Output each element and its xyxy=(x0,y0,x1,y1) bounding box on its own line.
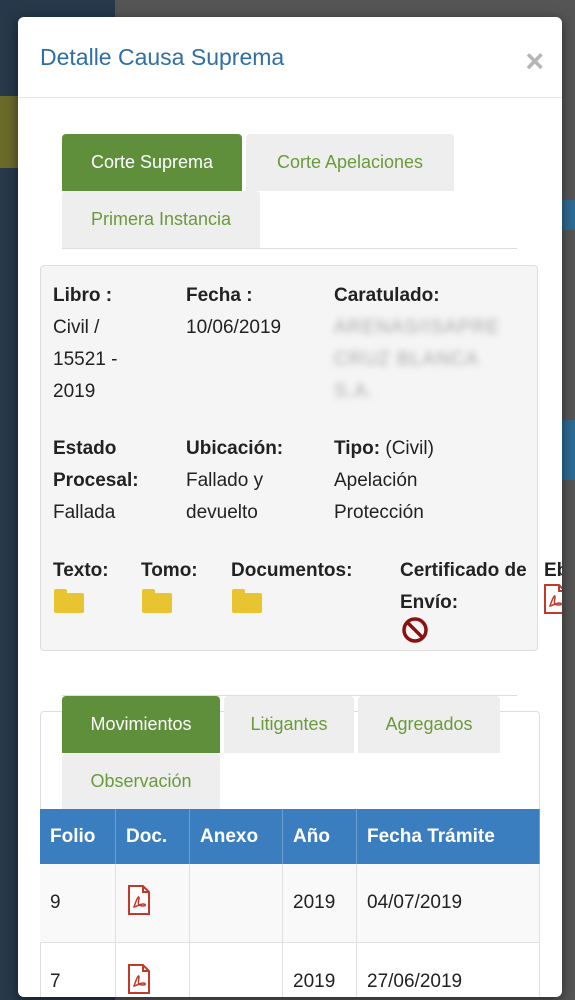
ubicacion-field: Ubicación: Fallado y devuelto xyxy=(186,433,326,529)
tab-corte-suprema[interactable]: Corte Suprema xyxy=(62,134,242,191)
documentos-folder-icon[interactable] xyxy=(232,589,262,613)
documentos-label: Documentos: xyxy=(231,560,353,581)
estado-label: Estado Procesal: xyxy=(53,438,139,491)
tab-primera-instancia[interactable]: Primera Instancia xyxy=(62,191,260,248)
tomo-folder-icon[interactable] xyxy=(142,589,172,613)
certificado-label: Certificado de Envío: xyxy=(400,560,527,613)
libro-value: Civil / 15521 - 2019 xyxy=(53,317,118,402)
table-row: 9 2019 04/07/2019 xyxy=(40,864,540,943)
column-header-folio[interactable]: Folio xyxy=(40,809,116,864)
tabs-divider xyxy=(62,248,517,249)
movements-table: Folio Doc. Anexo Año Fecha Trámite 9 201 xyxy=(40,809,540,997)
table-header-row: Folio Doc. Anexo Año Fecha Trámite xyxy=(40,809,540,864)
modal-header: Detalle Causa Suprema × xyxy=(18,17,562,98)
anio-cell: 2019 xyxy=(282,942,357,997)
fecha-cell: 04/07/2019 xyxy=(356,864,540,943)
tipo-label: Tipo: xyxy=(334,438,381,459)
close-button[interactable]: × xyxy=(525,45,544,77)
folio-cell: 9 xyxy=(40,864,116,943)
libro-field: Libro : Civil / 15521 - 2019 xyxy=(53,280,173,408)
fecha-field: Fecha : 10/06/2019 xyxy=(186,280,326,344)
caratulado-field: Caratulado: ARENAS/ISAPRE CRUZ BLANCA S.… xyxy=(334,280,524,408)
column-header-anio[interactable]: Año xyxy=(282,809,357,864)
folio-cell: 7 xyxy=(40,942,116,997)
tab-corte-apelaciones[interactable]: Corte Apelaciones xyxy=(246,134,454,191)
case-detail-modal: Detalle Causa Suprema × Corte Suprema Co… xyxy=(18,17,562,997)
not-available-icon xyxy=(402,617,428,643)
ubicacion-value: Fallado y devuelto xyxy=(186,470,264,523)
tab-movimientos[interactable]: Movimientos xyxy=(62,696,220,753)
doc-cell xyxy=(115,942,190,997)
anexo-cell xyxy=(189,864,283,943)
caratulado-value: ARENAS/ISAPRE CRUZ BLANCA S.A. xyxy=(334,317,501,402)
detail-tabs: Movimientos Litigantes Agregados Observa… xyxy=(62,696,522,810)
caratulado-label: Caratulado: xyxy=(334,285,440,306)
table-row: 7 2019 27/06/2019 xyxy=(40,942,540,997)
column-header-anexo[interactable]: Anexo xyxy=(189,809,283,864)
court-tabs: Corte Suprema Corte Apelaciones Primera … xyxy=(62,134,532,248)
pdf-icon[interactable] xyxy=(126,885,152,915)
texto-label: Texto: xyxy=(53,560,109,581)
background-sidebar-highlight xyxy=(0,96,20,168)
anio-cell: 2019 xyxy=(282,864,357,943)
libro-label: Libro : xyxy=(53,285,113,306)
estado-field: Estado Procesal: Fallada xyxy=(53,433,173,529)
estado-value: Fallada xyxy=(53,502,116,523)
fecha-value: 10/06/2019 xyxy=(186,317,282,338)
texto-folder-icon[interactable] xyxy=(54,589,84,613)
pdf-icon[interactable] xyxy=(542,584,562,614)
tab-litigantes[interactable]: Litigantes xyxy=(224,696,354,753)
case-info-panel: Libro : Civil / 15521 - 2019 Fecha : 10/… xyxy=(40,265,562,651)
tab-agregados[interactable]: Agregados xyxy=(358,696,500,753)
tomo-label: Tomo: xyxy=(141,560,198,581)
ubicacion-label: Ubicación: xyxy=(186,438,284,459)
fecha-cell: 27/06/2019 xyxy=(356,942,540,997)
extra-label: Eb xyxy=(544,560,562,581)
column-header-fecha-tramite[interactable]: Fecha Trámite xyxy=(356,809,540,864)
tipo-field: Tipo: (Civil) Apelación Protección xyxy=(334,433,464,529)
fecha-label: Fecha : xyxy=(186,285,253,306)
column-header-doc[interactable]: Doc. xyxy=(115,809,190,864)
tab-observacion[interactable]: Observación xyxy=(62,753,220,810)
pdf-icon[interactable] xyxy=(126,964,152,994)
modal-title: Detalle Causa Suprema xyxy=(40,44,285,70)
anexo-cell xyxy=(189,942,283,997)
doc-cell xyxy=(115,864,190,943)
